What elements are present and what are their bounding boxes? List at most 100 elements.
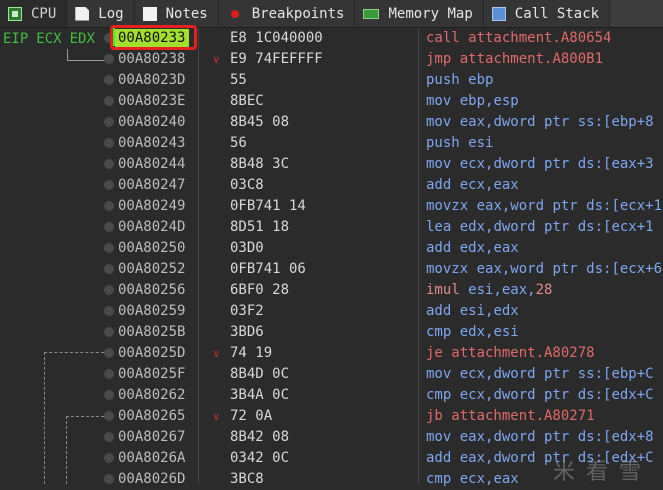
bytes-cell[interactable]: 03F2 bbox=[230, 302, 264, 321]
address-cell[interactable]: 00A8026A bbox=[118, 449, 185, 468]
bytes-cell[interactable]: 8BEC bbox=[230, 92, 264, 111]
disassembly-cell[interactable]: add esi,edx bbox=[426, 302, 519, 321]
breakpoint-toggle-icon[interactable] bbox=[104, 453, 114, 463]
tab-memory-map[interactable]: Memory Map bbox=[355, 0, 484, 27]
breakpoint-toggle-icon[interactable] bbox=[104, 54, 114, 64]
bytes-cell[interactable]: 74 19 bbox=[230, 344, 272, 363]
breakpoint-toggle-icon[interactable] bbox=[104, 411, 114, 421]
bytes-cell[interactable]: 72 0A bbox=[230, 407, 272, 426]
breakpoint-toggle-icon[interactable] bbox=[104, 327, 114, 337]
tab-cpu[interactable]: CPU bbox=[0, 0, 68, 27]
breakpoint-toggle-icon[interactable] bbox=[104, 159, 114, 169]
disasm-row[interactable]: 00A80249 0FB741 14 movzx eax,word ptr ds:[… bbox=[0, 196, 663, 217]
bytes-cell[interactable]: 56 bbox=[230, 134, 247, 153]
bytes-cell[interactable]: 8B45 08 bbox=[230, 113, 289, 132]
address-cell[interactable]: 00A8026D bbox=[118, 470, 185, 489]
bytes-cell[interactable]: 0342 0C bbox=[230, 449, 289, 468]
disassembly-cell[interactable]: lea edx,dword ptr ds:[ecx+1 bbox=[426, 218, 654, 237]
disasm-row[interactable]: 00A80259 03F2 add esi,edx bbox=[0, 301, 663, 322]
address-cell[interactable]: 00A8023D bbox=[118, 71, 185, 90]
bytes-cell[interactable]: 03C8 bbox=[230, 176, 264, 195]
disassembly-cell[interactable]: jmp attachment.A800B1 bbox=[426, 50, 603, 69]
address-cell[interactable]: 00A80256 bbox=[118, 281, 185, 300]
bytes-cell[interactable]: 03D0 bbox=[230, 239, 264, 258]
address-cell[interactable]: 00A80240 bbox=[118, 113, 185, 132]
breakpoint-toggle-icon[interactable] bbox=[104, 138, 114, 148]
address-cell[interactable]: 00A80247 bbox=[118, 176, 185, 195]
disasm-row[interactable]: 00A80233 E8 1C040000 call attachment.A8065… bbox=[0, 25, 663, 50]
breakpoint-toggle-icon[interactable] bbox=[104, 348, 114, 358]
disasm-row[interactable]: 00A8024D 8D51 18 lea edx,dword ptr ds:[ecx… bbox=[0, 217, 663, 238]
disassembly-cell[interactable]: cmp ecx,eax bbox=[426, 470, 519, 489]
address-cell[interactable]: 00A8025B bbox=[118, 323, 185, 342]
breakpoint-toggle-icon[interactable] bbox=[104, 75, 114, 85]
address-cell[interactable]: 00A80250 bbox=[118, 239, 185, 258]
bytes-cell[interactable]: 6BF0 28 bbox=[230, 281, 289, 300]
disassembly-cell[interactable]: call attachment.A80654 bbox=[426, 29, 611, 48]
breakpoint-toggle-icon[interactable] bbox=[104, 201, 114, 211]
breakpoint-toggle-icon[interactable] bbox=[104, 474, 114, 484]
address-cell[interactable]: 00A8023E bbox=[118, 92, 185, 111]
address-cell[interactable]: 00A80249 bbox=[118, 197, 185, 216]
disassembly-cell[interactable]: mov ebp,esp bbox=[426, 92, 519, 111]
address-cell[interactable]: 00A80265 bbox=[118, 407, 185, 426]
disassembly-cell[interactable]: movzx eax,word ptr ds:[ecx+6 bbox=[426, 260, 662, 279]
address-cell[interactable]: 00A8024D bbox=[118, 218, 185, 237]
disasm-row[interactable]: 00A80265 ∨ 72 0A jb attachment.A80271 bbox=[0, 406, 663, 427]
address-cell[interactable]: 00A80252 bbox=[118, 260, 185, 279]
disassembly-cell[interactable]: cmp ecx,dword ptr ds:[edx+C bbox=[426, 386, 654, 405]
breakpoint-toggle-icon[interactable] bbox=[104, 180, 114, 190]
breakpoint-toggle-icon[interactable] bbox=[104, 264, 114, 274]
disasm-row[interactable]: 00A80247 03C8 add ecx,eax bbox=[0, 175, 663, 196]
bytes-cell[interactable]: E9 74FEFFFF bbox=[230, 50, 323, 69]
bytes-cell[interactable]: 0FB741 14 bbox=[230, 197, 306, 216]
disassembly-cell[interactable]: mov ecx,dword ptr ss:[ebp+C bbox=[426, 365, 654, 384]
bytes-cell[interactable]: 8B42 08 bbox=[230, 428, 289, 447]
tab-log[interactable]: Log bbox=[67, 0, 135, 27]
disasm-row[interactable]: 00A80250 03D0 add edx,eax bbox=[0, 238, 663, 259]
disassembly-cell[interactable]: cmp edx,esi bbox=[426, 323, 519, 342]
disassembly-cell[interactable]: jb attachment.A80271 bbox=[426, 407, 595, 426]
bytes-cell[interactable]: 3BD6 bbox=[230, 323, 264, 342]
disasm-row[interactable]: 00A80252 0FB741 06 movzx eax,word ptr ds:[… bbox=[0, 259, 663, 280]
disasm-row[interactable]: 00A80267 8B42 08 mov eax,dword ptr ds:[edx… bbox=[0, 427, 663, 448]
disassembly-cell[interactable]: push esi bbox=[426, 134, 493, 153]
breakpoint-toggle-icon[interactable] bbox=[104, 243, 114, 253]
bytes-cell[interactable]: 55 bbox=[230, 71, 247, 90]
bytes-cell[interactable]: 3B4A 0C bbox=[230, 386, 289, 405]
disassembly-cell[interactable]: je attachment.A80278 bbox=[426, 344, 595, 363]
bytes-cell[interactable]: E8 1C040000 bbox=[230, 29, 323, 48]
address-cell[interactable]: 00A8025F bbox=[118, 365, 185, 384]
tab-breakpoints[interactable]: Breakpoints bbox=[218, 0, 356, 27]
bytes-cell[interactable]: 8D51 18 bbox=[230, 218, 289, 237]
disassembly-cell[interactable]: add ecx,eax bbox=[426, 176, 519, 195]
bytes-cell[interactable]: 8B4D 0C bbox=[230, 365, 289, 384]
breakpoint-toggle-icon[interactable] bbox=[104, 222, 114, 232]
disasm-row[interactable]: 00A80238 ∨ E9 74FEFFFF jmp attachment.A800B… bbox=[0, 49, 663, 70]
address-cell[interactable]: 00A80262 bbox=[118, 386, 185, 405]
breakpoint-toggle-icon[interactable] bbox=[104, 117, 114, 127]
disasm-row[interactable]: 00A80262 3B4A 0C cmp ecx,dword ptr ds:[edx… bbox=[0, 385, 663, 406]
tab-call-stack[interactable]: Call Stack bbox=[483, 0, 611, 27]
address-cell[interactable]: 00A80243 bbox=[118, 134, 185, 153]
disassembly-cell[interactable]: imul esi,eax,28 bbox=[426, 281, 552, 300]
disasm-row[interactable]: 00A8025D ∨ 74 19 je attachment.A80278 bbox=[0, 343, 663, 364]
breakpoint-toggle-icon[interactable] bbox=[104, 432, 114, 442]
address-cell[interactable]: 00A80259 bbox=[118, 302, 185, 321]
breakpoint-toggle-icon[interactable] bbox=[104, 96, 114, 106]
breakpoint-toggle-icon[interactable] bbox=[104, 306, 114, 316]
tab-notes[interactable]: Notes bbox=[134, 0, 219, 27]
disassembly-cell[interactable]: mov eax,dword ptr ss:[ebp+8 bbox=[426, 113, 654, 132]
bytes-cell[interactable]: 8B48 3C bbox=[230, 155, 289, 174]
address-cell[interactable]: 00A80267 bbox=[118, 428, 185, 447]
disasm-row[interactable]: 00A8023D 55 push ebp bbox=[0, 70, 663, 91]
address-cell[interactable]: 00A8025D bbox=[118, 344, 185, 363]
disasm-row[interactable]: 00A8025F 8B4D 0C mov ecx,dword ptr ss:[ebp… bbox=[0, 364, 663, 385]
disasm-row[interactable]: 00A80244 8B48 3C mov ecx,dword ptr ds:[eax… bbox=[0, 154, 663, 175]
disasm-row[interactable]: 00A8025B 3BD6 cmp edx,esi bbox=[0, 322, 663, 343]
disasm-row[interactable]: 00A80243 56 push esi bbox=[0, 133, 663, 154]
bytes-cell[interactable]: 0FB741 06 bbox=[230, 260, 306, 279]
disasm-row[interactable]: 00A8023E 8BEC mov ebp,esp bbox=[0, 91, 663, 112]
disasm-row[interactable]: 00A80256 6BF0 28 imul esi,eax,28 bbox=[0, 280, 663, 301]
breakpoint-toggle-icon[interactable] bbox=[104, 285, 114, 295]
